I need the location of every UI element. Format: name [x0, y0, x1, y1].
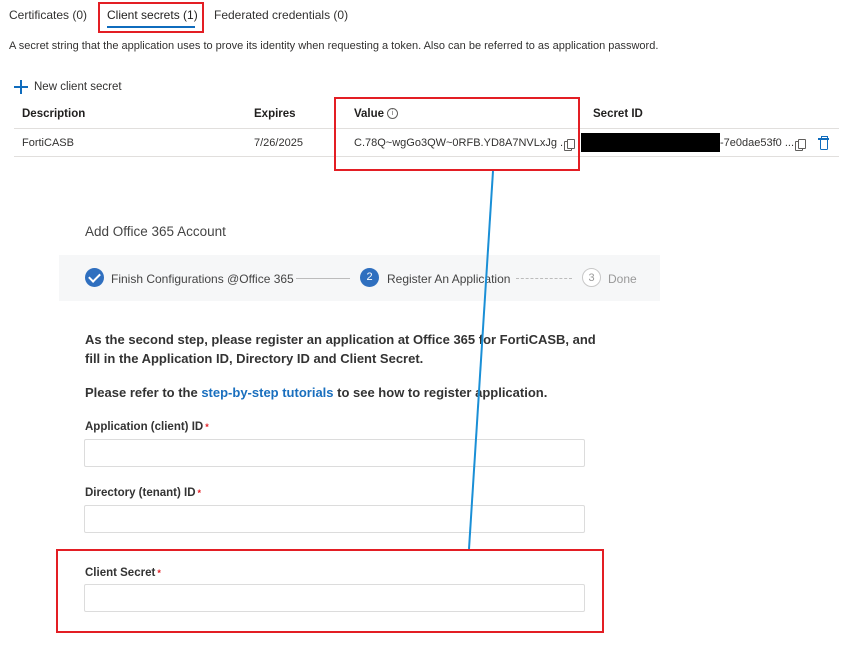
column-header-expires: Expires: [254, 108, 296, 120]
step-3-number: 3: [582, 268, 601, 287]
refer-prefix: Please refer to the: [85, 385, 202, 400]
page-title: Add Office 365 Account: [85, 224, 226, 239]
step-3-label: Done: [608, 272, 637, 286]
required-mark: *: [197, 487, 202, 498]
tab-federated-credentials[interactable]: Federated credentials (0): [214, 8, 348, 22]
column-header-description: Description: [22, 108, 86, 120]
redacted-secret-id: [581, 133, 720, 152]
step-2-label: Register An Application: [387, 272, 511, 286]
tenant-id-field[interactable]: [84, 505, 585, 533]
app-id-field[interactable]: [84, 439, 585, 467]
tenant-id-label: Directory (tenant) ID *: [85, 487, 201, 499]
intro-text-line-2: fill in the Application ID, Directory ID…: [85, 351, 424, 366]
delete-icon[interactable]: [818, 136, 829, 150]
step-2-number: 2: [360, 268, 379, 287]
highlight-client-secrets-tab: [98, 2, 204, 33]
intro-text-line-1: As the second step, please register an a…: [85, 332, 596, 347]
copy-secret-id-icon[interactable]: [795, 139, 806, 151]
new-client-secret-button[interactable]: New client secret: [14, 78, 122, 96]
app-id-label: Application (client) ID *: [85, 421, 209, 433]
cell-expires: 7/26/2025: [254, 137, 303, 149]
new-client-secret-label: New client secret: [34, 81, 122, 93]
tutorials-link[interactable]: step-by-step tutorials: [201, 385, 333, 400]
highlight-client-secret-field: [56, 549, 604, 633]
tenant-id-label-text: Directory (tenant) ID: [85, 487, 196, 499]
step-connector-1: [296, 278, 350, 279]
column-header-secret-id: Secret ID: [593, 108, 643, 120]
cell-description: FortiCASB: [22, 137, 74, 149]
tab-certificates[interactable]: Certificates (0): [9, 8, 87, 22]
refer-text: Please refer to the step-by-step tutoria…: [85, 383, 547, 402]
highlight-value-column: [334, 97, 580, 171]
app-id-label-text: Application (client) ID: [85, 421, 204, 433]
plus-icon: [14, 80, 28, 94]
step-1-label: Finish Configurations @Office 365: [111, 272, 294, 286]
step-connector-2: [516, 278, 572, 279]
secrets-description: A secret string that the application use…: [9, 40, 659, 52]
cell-secret-id: -7e0dae53f0 ...: [720, 137, 795, 149]
refer-suffix: to see how to register application.: [333, 385, 548, 400]
required-mark: *: [205, 421, 209, 432]
step-complete-check-icon: [85, 268, 104, 287]
